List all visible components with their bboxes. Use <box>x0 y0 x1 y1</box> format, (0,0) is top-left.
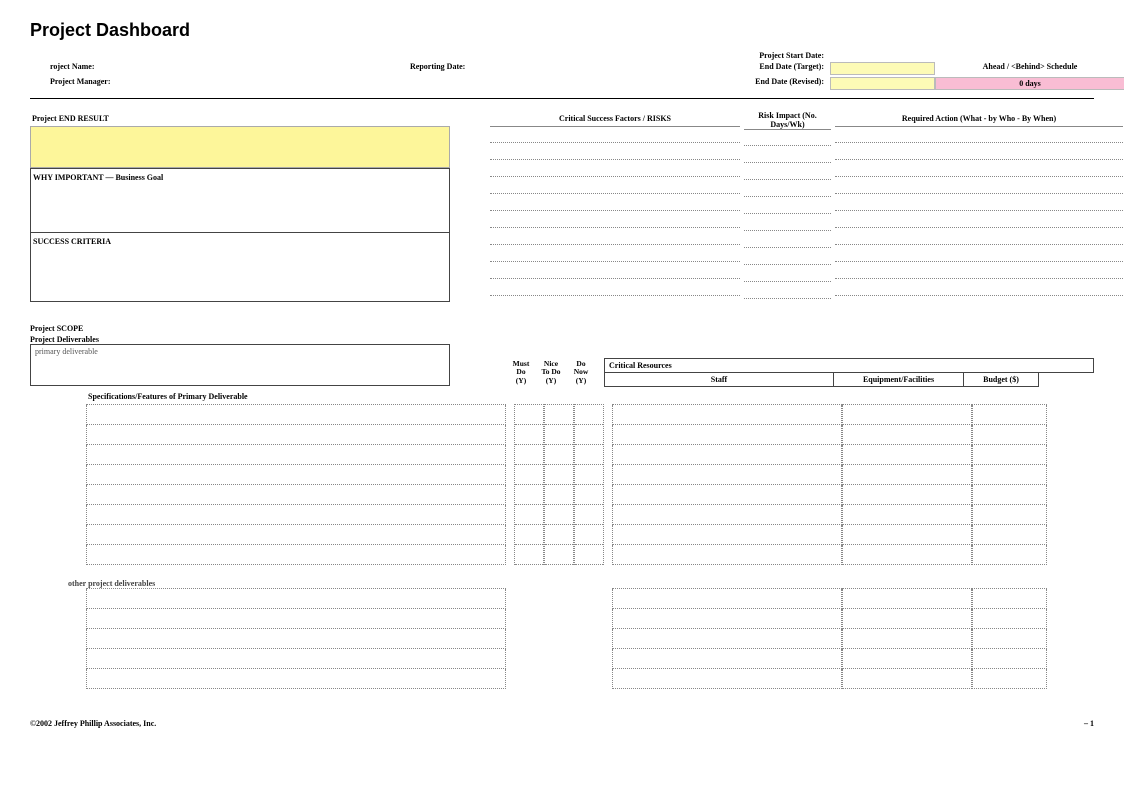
copyright: ©2002 Jeffrey Phillip Associates, Inc. <box>30 719 156 728</box>
header-block: Project Start Date: roject Name: Reporti… <box>30 51 1094 90</box>
critical-resources-label: Critical Resources <box>604 358 1094 373</box>
equipment-head: Equipment/Facilities <box>834 373 964 387</box>
end-result-input[interactable] <box>30 126 450 168</box>
end-target-label: End Date (Target): <box>660 62 830 75</box>
page-title: Project Dashboard <box>30 20 1094 41</box>
other-table[interactable] <box>86 588 506 689</box>
spec-table[interactable] <box>86 404 506 565</box>
budget-table[interactable] <box>972 404 1047 565</box>
success-criteria-label: SUCCESS CRITERIA <box>31 232 449 301</box>
end-revised-input[interactable] <box>830 77 935 90</box>
end-result-label: Project END RESULT <box>30 111 450 126</box>
must-do-head: MustDo(Y) <box>506 358 536 387</box>
other-deliverables-label: other project deliverables <box>68 579 1094 588</box>
deliverables-label: Project Deliverables <box>30 335 1094 344</box>
must-do-col[interactable] <box>514 404 544 565</box>
staff-table[interactable] <box>612 404 842 565</box>
start-date-label: Project Start Date: <box>660 51 830 60</box>
risk-impact-rows[interactable] <box>744 129 831 299</box>
equipment-table[interactable] <box>842 404 972 565</box>
primary-deliverable-input[interactable]: primary deliverable <box>30 344 450 386</box>
schedule-label: Ahead / <Behind> Schedule <box>935 62 1124 75</box>
staff-head: Staff <box>604 373 834 387</box>
required-action-rows[interactable] <box>835 126 1123 296</box>
nice-col[interactable] <box>544 404 574 565</box>
reporting-date-label: Reporting Date: <box>410 62 660 75</box>
nice-to-do-head: NiceTo Do(Y) <box>536 358 566 387</box>
project-name-label: roject Name: <box>30 62 410 75</box>
budget-head: Budget ($) <box>964 373 1039 387</box>
project-manager-label: Project Manager: <box>30 77 410 90</box>
do-now-head: DoNow(Y) <box>566 358 596 387</box>
page-number: – 1 <box>1084 719 1094 728</box>
scope-label: Project SCOPE <box>30 324 1094 333</box>
do-now-col[interactable] <box>574 404 604 565</box>
risk-impact-label: Risk Impact (No. Days/Wk) <box>740 111 835 129</box>
other-budget-table[interactable] <box>972 588 1047 689</box>
required-action-label: Required Action (What - by Who - By When… <box>835 111 1123 126</box>
spec-label: Specifications/Features of Primary Deliv… <box>86 389 506 404</box>
schedule-value: 0 days <box>935 77 1124 90</box>
end-revised-label: End Date (Revised): <box>660 77 830 90</box>
csf-rows[interactable] <box>490 126 740 296</box>
divider <box>30 98 1094 99</box>
end-target-input[interactable] <box>830 62 935 75</box>
other-staff-table[interactable] <box>612 588 842 689</box>
why-important-label: WHY IMPORTANT — Business Goal <box>31 168 449 232</box>
upper-section: Project END RESULT WHY IMPORTANT — Busin… <box>30 111 1094 302</box>
csf-label: Critical Success Factors / RISKS <box>490 111 740 126</box>
other-equip-table[interactable] <box>842 588 972 689</box>
